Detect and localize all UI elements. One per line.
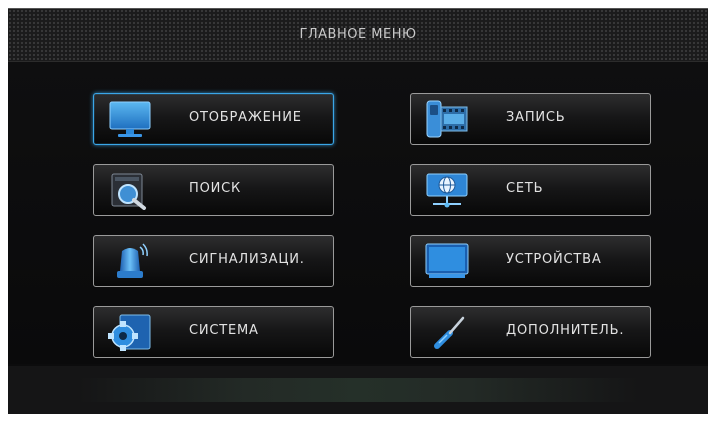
menu-item-search[interactable]: ПОИСК: [93, 164, 334, 216]
search-icon: [111, 173, 146, 210]
alarm-beacon-icon: [117, 243, 148, 278]
menu-item-label: ЗАПИСЬ: [506, 110, 566, 125]
menu-item-label: ДОПОЛНИТЕЛЬ.: [506, 323, 625, 338]
menu-item-label: СИСТЕМА: [189, 323, 259, 338]
menu-panel: ОТОБРАЖЕНИЕ ЗАПИСЬ ПОИСК СЕТЬ СИГНАЛИЗАЦ…: [8, 62, 708, 364]
title-bar: ГЛАВНОЕ МЕНЮ: [8, 9, 708, 62]
main-menu-window: ГЛАВНОЕ МЕНЮ ОТОБРАЖЕНИЕ ЗАПИСЬ ПОИСК СЕ…: [8, 8, 708, 414]
screwdriver-icon: [434, 316, 465, 349]
menu-item-label: СЕТЬ: [506, 181, 544, 196]
monitor-icon: [109, 101, 151, 137]
menu-item-label: ПОИСК: [189, 181, 242, 196]
film-record-icon: [426, 100, 468, 138]
menu-item-network[interactable]: СЕТЬ: [410, 164, 651, 216]
menu-item-label: УСТРОЙСТВА: [506, 252, 602, 267]
device-screen-icon: [425, 243, 469, 278]
menu-item-label: СИГНАЛИЗАЦИ.: [189, 252, 305, 267]
menu-item-label: ОТОБРАЖЕНИЕ: [189, 110, 302, 125]
network-globe-icon: [426, 173, 468, 208]
menu-item-display[interactable]: ОТОБРАЖЕНИЕ: [93, 93, 334, 145]
menu-item-devices[interactable]: УСТРОЙСТВА: [410, 235, 651, 287]
status-bar: [8, 366, 708, 414]
status-strip: [78, 378, 638, 402]
menu-item-alarm[interactable]: СИГНАЛИЗАЦИ.: [93, 235, 334, 287]
page-title: ГЛАВНОЕ МЕНЮ: [299, 27, 417, 42]
menu-item-advanced[interactable]: ДОПОЛНИТЕЛЬ.: [410, 306, 651, 358]
gear-icon: [108, 314, 151, 351]
menu-item-record[interactable]: ЗАПИСЬ: [410, 93, 651, 145]
menu-item-system[interactable]: СИСТЕМА: [93, 306, 334, 358]
